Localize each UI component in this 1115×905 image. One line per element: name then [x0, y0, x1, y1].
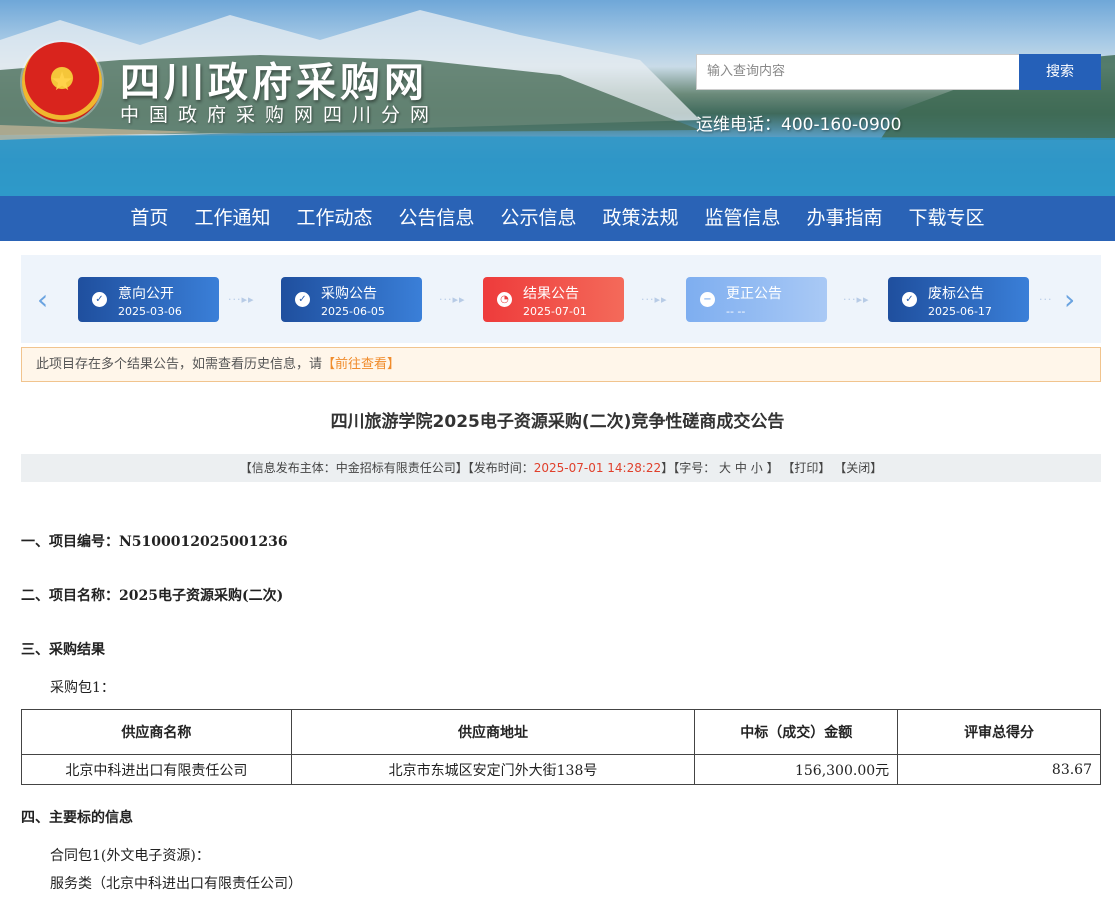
nav-item-policies[interactable]: 政策法规 — [590, 196, 692, 241]
publish-time: 2025-07-01 14:28:22 — [533, 461, 662, 475]
column-header: 评审总得分 — [897, 709, 1101, 755]
main-nav: 首页 工作通知 工作动态 公告信息 公示信息 政策法规 监管信息 办事指南 下载… — [0, 196, 1115, 241]
step-label: 意向公开 — [118, 286, 174, 302]
nav-item-downloads[interactable]: 下载专区 — [896, 196, 998, 241]
service-type-label: 服务类（北京中科进出口有限责任公司） — [50, 876, 302, 892]
step-date: 2025-03-06 — [118, 305, 182, 318]
timeline-step-result[interactable]: ◔ 结果公告 2025-07-01 — [483, 277, 624, 322]
chevron-right-icon[interactable]: › — [1064, 283, 1075, 316]
step-date: 2025-06-05 — [321, 305, 385, 318]
step-label: 更正公告 — [726, 286, 782, 302]
nav-item-publicity[interactable]: 公示信息 — [487, 196, 589, 241]
contract-package-label: 合同包1(外文电子资源)： — [50, 848, 210, 864]
view-history-link[interactable]: 【前往查看】 — [322, 357, 400, 372]
timeline-step-intent[interactable]: ✓ 意向公开 2025-03-06 — [78, 277, 219, 322]
history-notice: 此项目存在多个结果公告，如需查看历史信息，请【前往查看】 — [21, 347, 1101, 382]
step-connector: ···▸▸ — [843, 293, 870, 306]
publisher-info: 【信息发布主体：中金招标有限责任公司】【发布时间： — [239, 461, 534, 475]
font-size-medium-button[interactable]: 中 — [735, 461, 747, 475]
step-date: -- -- — [726, 305, 746, 318]
clock-icon: ◔ — [497, 292, 512, 307]
section-project-name: 二、项目名称：2025电子资源采购(二次) — [21, 588, 284, 604]
step-connector: ···▸▸ — [641, 293, 668, 306]
national-emblem-icon[interactable]: ★ — [22, 42, 102, 122]
column-header: 供应商地址 — [290, 709, 696, 755]
hotline-text: 运维电话：400-160-0900 — [696, 115, 902, 135]
column-header: 中标（成交）金额 — [694, 709, 899, 755]
check-circle-icon: ✓ — [92, 292, 107, 307]
notice-text: 此项目存在多个结果公告，如需查看历史信息，请 — [36, 357, 323, 372]
package-label: 采购包1： — [50, 680, 115, 696]
step-date: 2025-06-17 — [928, 305, 992, 318]
nav-item-work-news[interactable]: 工作动态 — [283, 196, 385, 241]
search-button[interactable]: 搜索 — [1019, 54, 1101, 90]
font-size-end: 】 — [766, 461, 779, 475]
search-input[interactable]: 输入查询内容 — [696, 54, 1020, 90]
step-connector: ···▸▸ — [228, 293, 255, 306]
site-subtitle: 中国政府采购网四川分网 — [120, 104, 440, 126]
timeline-step-correction[interactable]: − 更正公告 -- -- — [686, 277, 827, 322]
chevron-left-icon[interactable]: ‹ — [37, 283, 48, 316]
print-button[interactable]: 【打印】 — [782, 461, 830, 475]
nav-item-work-notices[interactable]: 工作通知 — [181, 196, 283, 241]
table-header-row: 供应商名称 供应商地址 中标（成交）金额 评审总得分 — [21, 709, 1101, 755]
step-date: 2025-07-01 — [523, 305, 587, 318]
check-circle-icon: ✓ — [295, 292, 310, 307]
nav-item-announcements[interactable]: 公告信息 — [385, 196, 487, 241]
check-circle-icon: ✓ — [902, 292, 917, 307]
step-label: 结果公告 — [523, 286, 579, 302]
font-size-large-button[interactable]: 大 — [719, 461, 731, 475]
emblem-star: ★ — [50, 67, 74, 97]
section-project-number: 一、项目编号：N5100012025001236 — [21, 534, 288, 550]
nav-item-guide[interactable]: 办事指南 — [794, 196, 896, 241]
close-button[interactable]: 【关闭】 — [834, 461, 882, 475]
nav-item-supervision[interactable]: 监管信息 — [692, 196, 794, 241]
step-label: 采购公告 — [321, 286, 377, 302]
font-size-label: 】【字号： — [661, 461, 716, 475]
result-table: 供应商名称 供应商地址 中标（成交）金额 评审总得分 北京中科进出口有限责任公司… — [21, 709, 1101, 785]
score-cell: 83.67 — [897, 754, 1101, 785]
font-size-small-button[interactable]: 小 — [751, 461, 763, 475]
supplier-name-cell: 北京中科进出口有限责任公司 — [21, 754, 292, 785]
document-meta-bar: 【信息发布主体：中金招标有限责任公司】【发布时间：2025-07-01 14:2… — [21, 454, 1101, 482]
column-header: 供应商名称 — [21, 709, 292, 755]
step-label: 废标公告 — [928, 286, 984, 302]
award-amount-cell: 156,300.00元 — [694, 754, 899, 785]
page-title: 四川旅游学院2025电子资源采购(二次)竞争性磋商成交公告 — [330, 412, 785, 432]
step-connector: ···▸▸ — [439, 293, 466, 306]
header-banner: ★ 四川政府采购网 中国政府采购网四川分网 输入查询内容 搜索 运维电话：400… — [0, 0, 1115, 196]
step-connector: ··· — [1039, 293, 1053, 306]
timeline-step-procurement[interactable]: ✓ 采购公告 2025-06-05 — [281, 277, 422, 322]
table-row: 北京中科进出口有限责任公司 北京市东城区安定门外大街138号 156,300.0… — [21, 754, 1101, 785]
section-main-subject: 四、主要标的信息 — [21, 810, 133, 826]
timeline-step-cancel[interactable]: ✓ 废标公告 2025-06-17 — [888, 277, 1029, 322]
nav-item-home[interactable]: 首页 — [117, 196, 181, 241]
section-procurement-result: 三、采购结果 — [21, 642, 105, 658]
supplier-address-cell: 北京市东城区安定门外大街138号 — [290, 754, 696, 785]
minus-circle-icon: − — [700, 292, 715, 307]
procurement-timeline: ‹ ✓ 意向公开 2025-03-06 ···▸▸ ✓ 采购公告 2025-06… — [21, 255, 1101, 343]
